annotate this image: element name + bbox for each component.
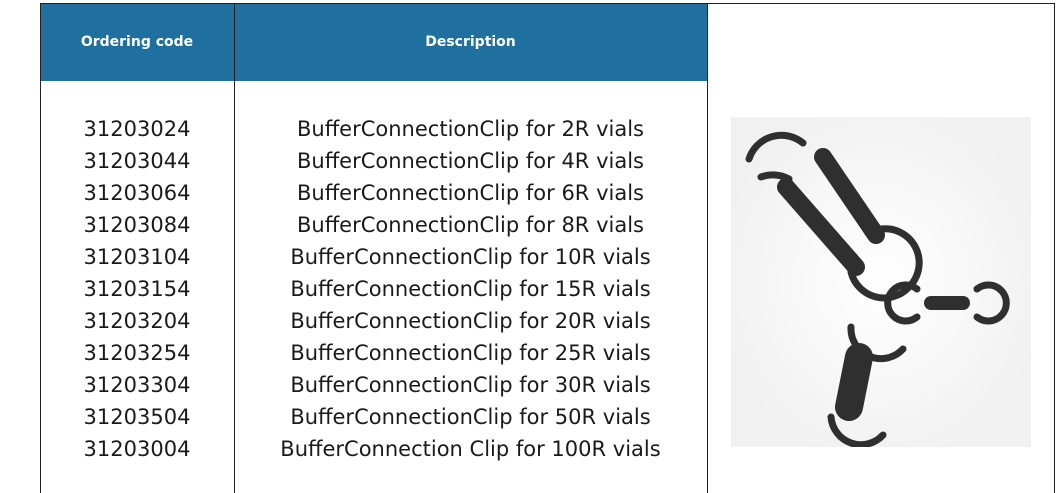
product-description: BufferConnectionClip for 10R vials [290,245,651,269]
ordering-code: 31203044 [83,149,191,173]
ordering-code: 31203254 [83,341,191,365]
ordering-code: 31203004 [83,437,191,461]
product-description: BufferConnectionClip for 15R vials [290,277,651,301]
ordering-code: 31203204 [83,309,191,333]
description-column: BufferConnectionClip for 2R vials Buffer… [234,113,707,465]
product-description: BufferConnectionClip for 20R vials [290,309,651,333]
product-description: BufferConnectionClip for 25R vials [290,341,651,365]
product-description: BufferConnectionClip for 8R vials [297,213,644,237]
product-description: BufferConnectionClip for 30R vials [290,373,651,397]
ordering-code: 31203024 [83,117,191,141]
product-description: BufferConnectionClip for 2R vials [297,117,644,141]
table-top-border [40,3,1055,4]
table-right-border [1054,3,1055,493]
ordering-code-column: 31203024 31203044 31203064 31203084 3120… [40,113,234,465]
ordering-code: 31203104 [83,245,191,269]
table-header-row: Ordering code Description [40,3,707,81]
ordering-code: 31203504 [83,405,191,429]
product-image [708,82,1054,482]
product-description: BufferConnectionClip for 6R vials [297,181,644,205]
header-description: Description [425,34,516,50]
ordering-code: 31203084 [83,213,191,237]
ordering-code: 31203064 [83,181,191,205]
ordering-code: 31203154 [83,277,191,301]
header-ordering-code: Ordering code [80,34,194,50]
product-description: BufferConnectionClip for 4R vials [297,149,644,173]
product-description: BufferConnection Clip for 100R vials [280,437,661,461]
buffer-connection-clips-icon [731,117,1031,447]
ordering-code: 31203304 [83,373,191,397]
product-description: BufferConnectionClip for 50R vials [290,405,651,429]
product-table: Ordering code Description 31203024 31203… [40,3,1055,493]
